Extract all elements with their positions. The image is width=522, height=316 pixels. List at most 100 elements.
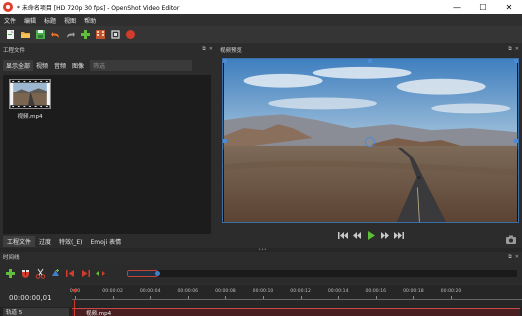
ruler-tick	[75, 296, 76, 299]
openshot-logo-icon	[3, 2, 13, 12]
ruler-tick	[263, 296, 264, 299]
ruler-tick-label: 00:00:20	[440, 289, 462, 294]
ruler-tick-label: 00:00:02	[102, 289, 123, 294]
menu-help[interactable]: 帮助	[80, 16, 100, 25]
close-timeline-icon[interactable]: ✕	[515, 254, 519, 261]
ruler-tick-label: 00:00:18	[403, 289, 424, 294]
ruler-baseline	[72, 299, 522, 300]
ruler-tick	[413, 296, 415, 299]
close-preview-icon[interactable]: ✕	[515, 46, 519, 53]
preview-panel-controls: ⧉ ✕	[505, 46, 519, 53]
jump-end-icon[interactable]	[393, 230, 405, 240]
playhead-line[interactable]	[74, 300, 75, 316]
add-marker-icon[interactable]	[50, 268, 61, 279]
float-panel-icon[interactable]: ⧉	[202, 46, 206, 53]
playback-controls	[222, 227, 519, 243]
camera-icon[interactable]	[506, 229, 516, 244]
transform-handle-top[interactable]	[368, 59, 372, 63]
filter-input[interactable]: 筛选	[90, 60, 193, 71]
ruler-tick	[300, 296, 302, 299]
ruler-tick	[338, 296, 340, 299]
timeline-panel-header: 时间线 ⧉ ✕	[0, 252, 522, 262]
ruler-tick-label: 00:00:16	[365, 289, 387, 294]
ruler-tick-label: 00:00:08	[215, 289, 236, 294]
center-playhead-icon[interactable]	[95, 268, 106, 279]
files-panel-header: 工程文件 ⧉ ✕	[0, 44, 216, 55]
tab-project-files[interactable]: 工程文件	[3, 236, 36, 247]
fast-forward-icon[interactable]	[379, 230, 391, 240]
tab-emoji[interactable]: Emoji 表情	[87, 236, 126, 247]
title-bar: * 未命名项目 [HD 720p 30 fps] - OpenShot Vide…	[0, 0, 522, 14]
ruler-tick	[187, 296, 189, 299]
files-list: 视频.mp4	[3, 75, 211, 234]
filter-image[interactable]: 图像	[69, 60, 87, 71]
ruler-tick-label: 00:00:10	[252, 289, 274, 294]
play-icon[interactable]	[365, 230, 377, 240]
add-track-icon[interactable]	[5, 268, 16, 279]
save-project-icon[interactable]	[35, 29, 46, 40]
tab-transitions[interactable]: 过度	[35, 236, 55, 247]
open-project-icon[interactable]	[20, 29, 31, 40]
redo-icon[interactable]	[65, 29, 76, 40]
ruler-tick	[112, 296, 114, 299]
transform-handle-left[interactable]	[223, 139, 227, 143]
filter-audio[interactable]: 音频	[51, 60, 69, 71]
menu-file[interactable]: 文件	[0, 16, 20, 25]
ruler-tick-label: 00:00:12	[290, 289, 311, 294]
filter-video[interactable]: 视频	[33, 60, 51, 71]
playhead-marker-icon[interactable]	[72, 289, 78, 293]
openshot-window: * 未命名项目 [HD 720p 30 fps] - OpenShot Vide…	[0, 0, 522, 316]
ruler-tick	[225, 296, 227, 299]
minimize-button[interactable]: —	[444, 0, 470, 14]
fullscreen-icon[interactable]	[110, 29, 121, 40]
current-timecode: 00:00:00,01	[9, 294, 52, 302]
filter-show-all[interactable]: 显示全部	[3, 60, 34, 71]
ruler-tick-label: 00:00:06	[177, 289, 199, 294]
close-panel-icon[interactable]: ✕	[209, 46, 213, 53]
float-preview-icon[interactable]: ⧉	[508, 46, 512, 53]
import-files-icon[interactable]	[80, 29, 91, 40]
window-title: * 未命名项目 [HD 720p 30 fps] - OpenShot Vide…	[17, 4, 180, 12]
left-bottom-tabs: 工程文件 过度 特效(_E) Emoji 表情	[3, 236, 211, 247]
transform-handle-top-left[interactable]	[223, 59, 227, 63]
video-preview[interactable]	[222, 58, 519, 223]
transform-handle-right[interactable]	[514, 139, 518, 143]
timeline-title: 时间线	[3, 255, 20, 261]
zoom-range-handle[interactable]	[127, 270, 159, 277]
track-name[interactable]: 轨道 5	[3, 308, 69, 316]
export-video-icon[interactable]	[125, 29, 136, 40]
ruler-tick	[375, 296, 377, 299]
maximize-button[interactable]: ☐	[470, 0, 496, 14]
transform-handle-top-right[interactable]	[514, 59, 518, 63]
next-marker-icon[interactable]	[80, 268, 91, 279]
menu-edit[interactable]: 编辑	[20, 16, 40, 25]
menu-view[interactable]: 视图	[60, 16, 80, 25]
ruler-tick-label: 00:00:04	[139, 289, 161, 294]
undo-icon[interactable]	[50, 29, 61, 40]
file-thumbnail[interactable]	[9, 79, 51, 109]
timeline-clip[interactable]: 视频.mp4	[72, 308, 520, 316]
zoom-end-knob[interactable]	[155, 271, 161, 276]
new-project-icon[interactable]	[5, 29, 16, 40]
float-timeline-icon[interactable]: ⧉	[508, 254, 512, 261]
close-button[interactable]: ✕	[496, 0, 522, 14]
timeline-zoom-slider[interactable]	[127, 270, 517, 277]
preview-panel-header: 视频预览 ⧉ ✕	[217, 44, 522, 55]
rewind-icon[interactable]	[351, 230, 363, 240]
snapping-magnet-icon[interactable]	[20, 268, 31, 279]
choose-profile-icon[interactable]	[95, 29, 106, 40]
menu-title[interactable]: 标题	[40, 16, 60, 25]
menu-bar: 文件 编辑 标题 视图 帮助	[0, 14, 522, 26]
tab-effects[interactable]: 特效(_E)	[55, 236, 86, 247]
preview-panel-title: 视频预览	[220, 47, 243, 54]
previous-marker-icon[interactable]	[65, 268, 76, 279]
timeline-panel-controls: ⧉ ✕	[505, 254, 519, 261]
files-filter-bar: 显示全部 视频 音频 图像 筛选	[3, 58, 211, 73]
ruler-tick	[150, 296, 152, 299]
jump-start-icon[interactable]	[337, 230, 349, 240]
main-toolbar	[0, 26, 522, 43]
razor-scissors-icon[interactable]	[35, 268, 46, 279]
files-panel-title: 工程文件	[3, 47, 26, 54]
transform-center-handle[interactable]	[365, 137, 375, 147]
ruler-tick-label: 00:00:14	[327, 289, 349, 294]
